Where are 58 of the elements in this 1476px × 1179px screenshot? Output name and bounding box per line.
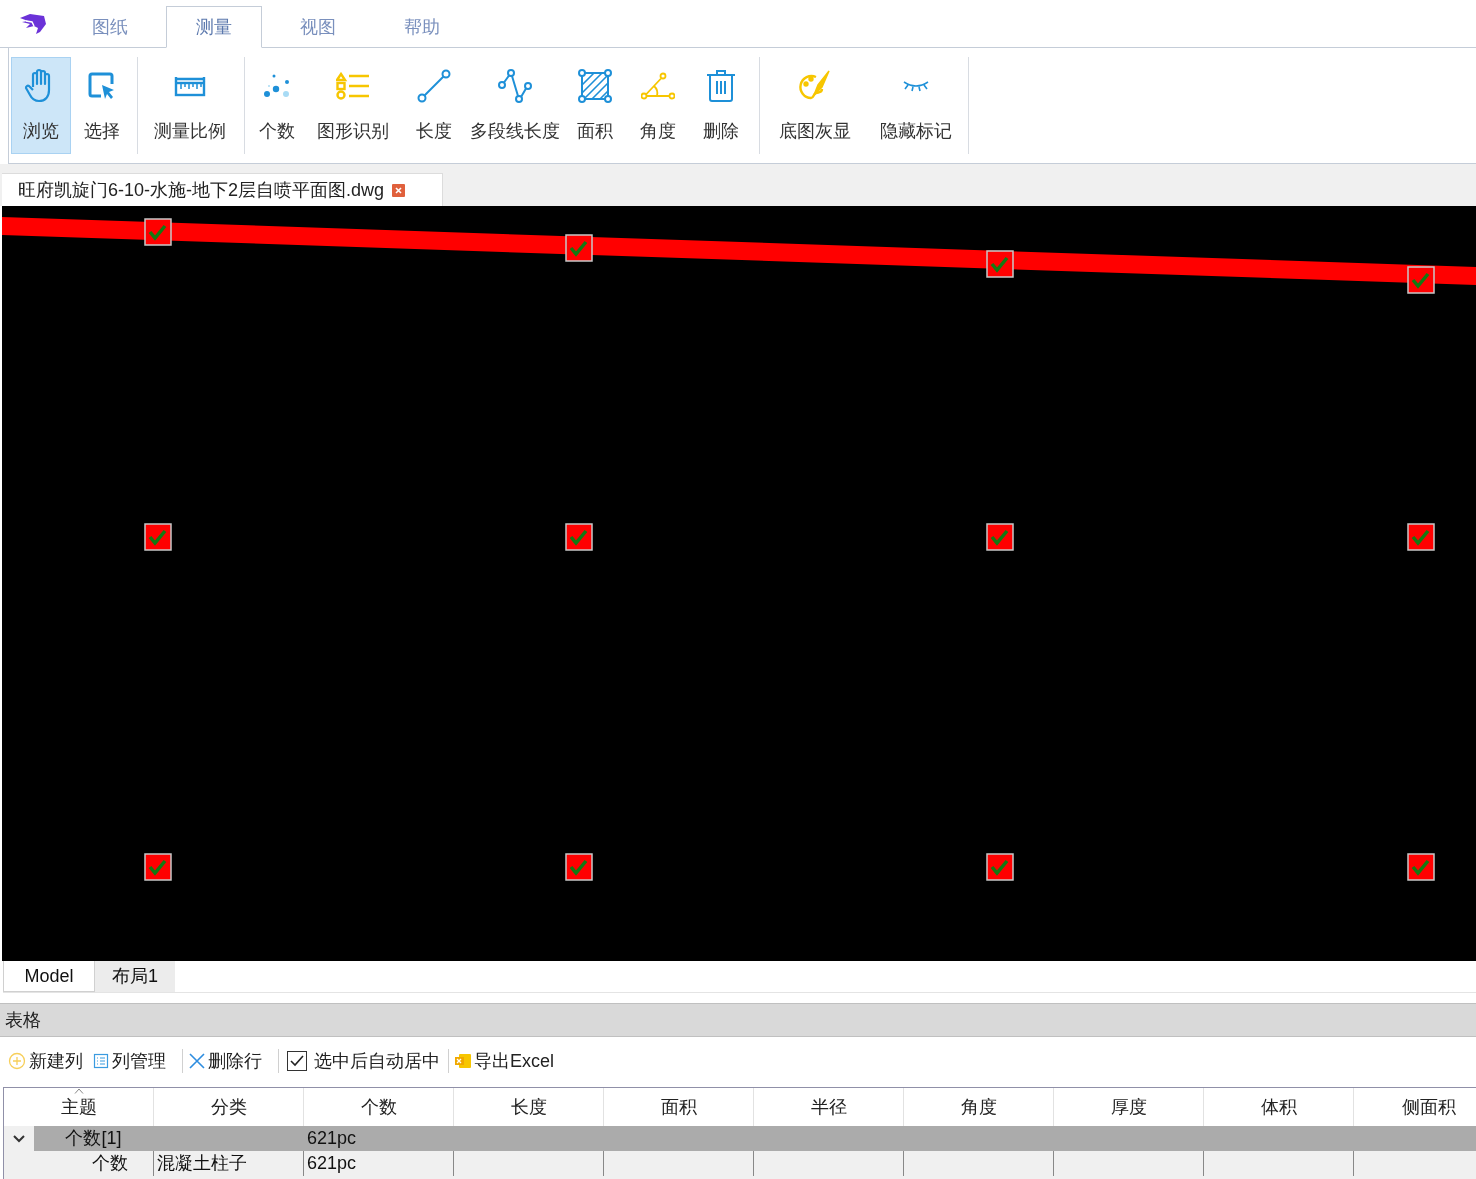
chevron-down-icon[interactable] <box>13 1134 25 1143</box>
polyline-icon <box>498 69 532 103</box>
toolbar-button[interactable]: 角度 <box>629 57 687 154</box>
toolbar-button[interactable]: 测量比例 <box>140 57 240 154</box>
checkbox-label: 选中后自动居中 <box>314 1049 440 1073</box>
hatched-square-icon <box>578 69 612 103</box>
excel-icon <box>455 1054 471 1068</box>
toolbar-button[interactable]: 删除 <box>687 57 755 154</box>
check-marker[interactable] <box>565 853 593 881</box>
close-icon <box>189 1053 205 1069</box>
menu-tab[interactable]: 测量 <box>166 6 262 48</box>
toolbar-button[interactable]: 长度 <box>399 57 469 154</box>
line-segment-icon <box>417 69 451 103</box>
check-marker[interactable] <box>986 250 1014 278</box>
toolbar-button[interactable]: 底图灰显 <box>762 57 868 154</box>
check-marker[interactable] <box>1407 523 1435 551</box>
layout-tab[interactable]: Model <box>3 961 95 992</box>
closed-eye-icon <box>902 79 930 93</box>
angle-icon <box>641 72 675 100</box>
toolbar-button[interactable]: 浏览 <box>11 57 71 154</box>
close-icon[interactable] <box>392 183 406 197</box>
check-marker[interactable] <box>1407 853 1435 881</box>
dots-icon <box>262 73 292 99</box>
drawing-canvas[interactable] <box>2 206 1476 961</box>
check-marker[interactable] <box>1407 266 1435 294</box>
table-cell: 混凝土柱子 <box>154 1151 304 1176</box>
check-marker[interactable] <box>986 853 1014 881</box>
add-circle-icon <box>8 1052 26 1070</box>
ruler-icon <box>174 74 206 98</box>
toolbar-button[interactable]: 选择 <box>71 57 133 154</box>
layout-tab[interactable]: 布局1 <box>95 961 175 992</box>
toolbar-button[interactable]: 导出Excel <box>455 1046 564 1076</box>
table-cell: 个数[1] <box>34 1126 153 1151</box>
trash-icon <box>706 69 736 103</box>
toolbar-button[interactable]: 隐藏标记 <box>868 57 964 154</box>
toolbar-button[interactable]: 列管理 <box>93 1046 176 1076</box>
table-cell: 621pc <box>304 1151 454 1176</box>
toolbar-button[interactable]: 新建列 <box>8 1046 93 1076</box>
check-marker[interactable] <box>565 523 593 551</box>
check-marker[interactable] <box>144 218 172 246</box>
toolbar-button[interactable]: 面积 <box>561 57 629 154</box>
panel-title: 表格 <box>5 1008 41 1032</box>
auto-center-checkbox[interactable]: 选中后自动居中 <box>285 1046 442 1076</box>
toolbar-button[interactable]: 图形识别 <box>307 57 399 154</box>
check-marker[interactable] <box>144 853 172 881</box>
list-icon <box>93 1053 109 1069</box>
table-cell: 621pc <box>304 1126 454 1151</box>
checkbox[interactable] <box>287 1051 307 1071</box>
table-cell-text: 个数 <box>91 1152 129 1175</box>
shape-list-icon <box>336 72 370 100</box>
toolbar-button[interactable]: 个数 <box>247 57 307 154</box>
document-tab[interactable]: 旺府凯旋门6-10-水施-地下2层自喷平面图.dwg <box>2 173 443 206</box>
toolbar-button[interactable]: 删除行 <box>189 1046 272 1076</box>
check-marker[interactable] <box>565 234 593 262</box>
check-marker[interactable] <box>144 523 172 551</box>
toolbar-button[interactable]: 多段线长度 <box>469 57 561 154</box>
cat-logo-icon <box>18 12 48 36</box>
check-marker[interactable] <box>986 523 1014 551</box>
